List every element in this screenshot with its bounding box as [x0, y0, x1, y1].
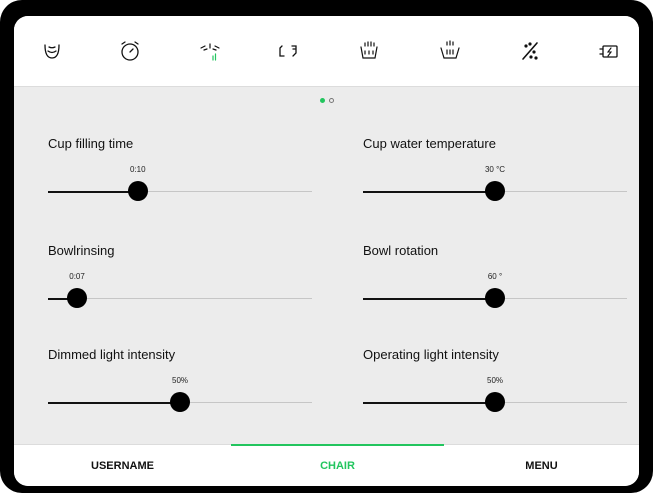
setting-label: Bowlrinsing — [48, 243, 115, 258]
timer-icon[interactable] — [118, 39, 142, 63]
bowl-rinsing-setting: Bowlrinsing 0:07 — [48, 243, 312, 313]
slider-knob[interactable] — [170, 392, 190, 412]
slider-track[interactable] — [48, 392, 312, 412]
cup-water-temperature-setting: Cup water temperature 30 °C — [363, 136, 627, 206]
slider-track[interactable] — [48, 181, 312, 201]
cup-fill-icon[interactable] — [357, 39, 381, 63]
setting-label: Bowl rotation — [363, 243, 439, 258]
page-indicator — [14, 98, 639, 103]
chair-position-icon[interactable] — [276, 39, 300, 63]
setting-value: 0:10 — [129, 165, 146, 174]
spittoon-icon[interactable] — [40, 39, 64, 63]
cup-filling-time-setting: Cup filling time 0:10 — [48, 136, 312, 206]
nav-menu[interactable]: MENU — [444, 445, 639, 486]
slider-knob[interactable] — [127, 181, 148, 201]
setting-label: Operating light intensity — [363, 347, 499, 362]
slider-fill — [363, 297, 495, 300]
slider-fill — [48, 401, 180, 404]
setting-label: Cup filling time — [48, 136, 134, 151]
slider-track[interactable] — [363, 288, 627, 308]
bowl-rinse-icon[interactable] — [438, 39, 462, 63]
slider-fill — [363, 190, 495, 193]
setting-value: 50% — [486, 376, 504, 385]
page-dot-inactive[interactable] — [328, 98, 334, 103]
screen: Cup filling time 0:10 Cup water temperat… — [14, 16, 639, 486]
slider-knob[interactable] — [485, 181, 505, 201]
setting-value: 30 °C — [484, 165, 506, 174]
slider-track[interactable] — [363, 181, 627, 201]
setting-label: Cup water temperature — [363, 136, 496, 151]
page-dot-active[interactable] — [319, 98, 325, 103]
setting-value: 50% — [171, 376, 189, 385]
nav-username[interactable]: USERNAME — [14, 445, 231, 486]
nav-chair[interactable]: CHAIR — [231, 444, 444, 486]
disinfection-icon[interactable] — [518, 39, 542, 63]
device-frame: Cup filling time 0:10 Cup water temperat… — [0, 0, 653, 493]
water-spray-icon[interactable] — [198, 39, 222, 63]
bottom-nav: USERNAME CHAIR MENU — [14, 444, 639, 486]
power-icon[interactable] — [597, 39, 621, 63]
operating-light-intensity-setting: Operating light intensity 50% — [363, 347, 627, 417]
slider-knob[interactable] — [67, 288, 88, 308]
slider-track[interactable] — [48, 288, 312, 308]
slider-fill — [48, 190, 138, 193]
slider-knob[interactable] — [485, 392, 505, 412]
slider-fill — [363, 401, 495, 404]
dimmed-light-intensity-setting: Dimmed light intensity 50% — [48, 347, 312, 417]
setting-label: Dimmed light intensity — [48, 347, 176, 362]
slider-track[interactable] — [363, 392, 627, 412]
top-toolbar — [14, 16, 639, 87]
bowl-rotation-setting: Bowl rotation 60 ° — [363, 243, 627, 313]
setting-value: 0:07 — [69, 272, 85, 281]
setting-value: 60 ° — [487, 272, 503, 281]
slider-knob[interactable] — [485, 288, 505, 308]
